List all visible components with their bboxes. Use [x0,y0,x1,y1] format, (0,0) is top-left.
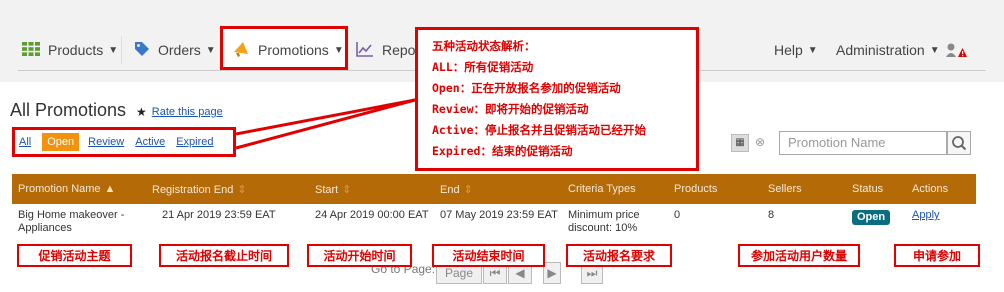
search-icon [952,136,967,151]
registration-end-cell: 21 Apr 2019 23:59 EAT [162,209,276,221]
col-sellers: Sellers [768,183,802,195]
status-badge: Open [852,210,891,225]
callout-line: Expired：结束的促销活动 [432,144,573,158]
promotion-name: Big Home makeover - Appliances [18,209,125,234]
col-start[interactable]: Start ⇕ [315,183,351,196]
annotation-seller-count: 参加活动用户数量 [738,244,860,267]
annotation-registration-deadline: 活动报名截止时间 [159,244,289,267]
col-promotion-name[interactable]: Promotion Name ▲ [18,183,115,195]
criteria-cell: Minimum price discount: 10% [568,209,640,234]
search-button[interactable] [947,131,971,155]
products-cell: 0 [674,209,681,221]
clear-icon[interactable]: ⊗ [755,135,765,149]
col-products: Products [674,183,718,195]
sort-icon: ⇕ [342,184,352,196]
col-actions: Actions [912,183,949,195]
annotation-promotion-theme: 促销活动主题 [17,244,132,267]
apply-link[interactable]: Apply [912,209,940,222]
promotions-table-header: Promotion Name ▲ Registration End ⇕ Start ⇕… [12,174,976,204]
col-status: Status [852,183,884,195]
col-end[interactable]: End ⇕ [440,183,473,196]
annotation-end-time: 活动结束时间 [432,244,545,267]
annotation-apply: 申请参加 [894,244,980,267]
sort-asc-icon: ▲ [104,183,116,195]
callout-line: Review：即将开始的促销活动 [432,102,589,116]
callout-line: Open：正在开放报名参加的促销活动 [432,81,621,95]
next-page-icon[interactable]: ▶ [543,262,561,284]
annotation-start-time: 活动开始时间 [307,244,412,267]
start-cell: 24 Apr 2019 00:00 EAT [315,209,429,221]
calendar-icon[interactable]: ▦ [731,134,749,152]
callout-line: Active：停止报名并且促销活动已经开始 [432,123,647,137]
callout-line: ALL：所有促销活动 [432,60,534,74]
col-registration-end[interactable]: Registration End ⇕ [152,183,247,196]
sort-icon: ⇕ [463,184,473,196]
col-criteria-types: Criteria Types [568,183,636,195]
table-row: Big Home makeover - Appliances 21 Apr 201… [12,205,976,239]
callout-line: 五种活动状态解析： [432,39,536,53]
promotion-search-input[interactable]: Promotion Name [779,131,947,155]
sellers-cell: 8 [768,209,775,221]
sort-icon: ⇕ [237,184,247,196]
annotation-criteria: 活动报名要求 [566,244,672,267]
status-explanation-callout: 五种活动状态解析： ALL：所有促销活动 Open：正在开放报名参加的促销活动 … [415,27,699,171]
end-cell: 07 May 2019 23:59 EAT [440,209,558,221]
